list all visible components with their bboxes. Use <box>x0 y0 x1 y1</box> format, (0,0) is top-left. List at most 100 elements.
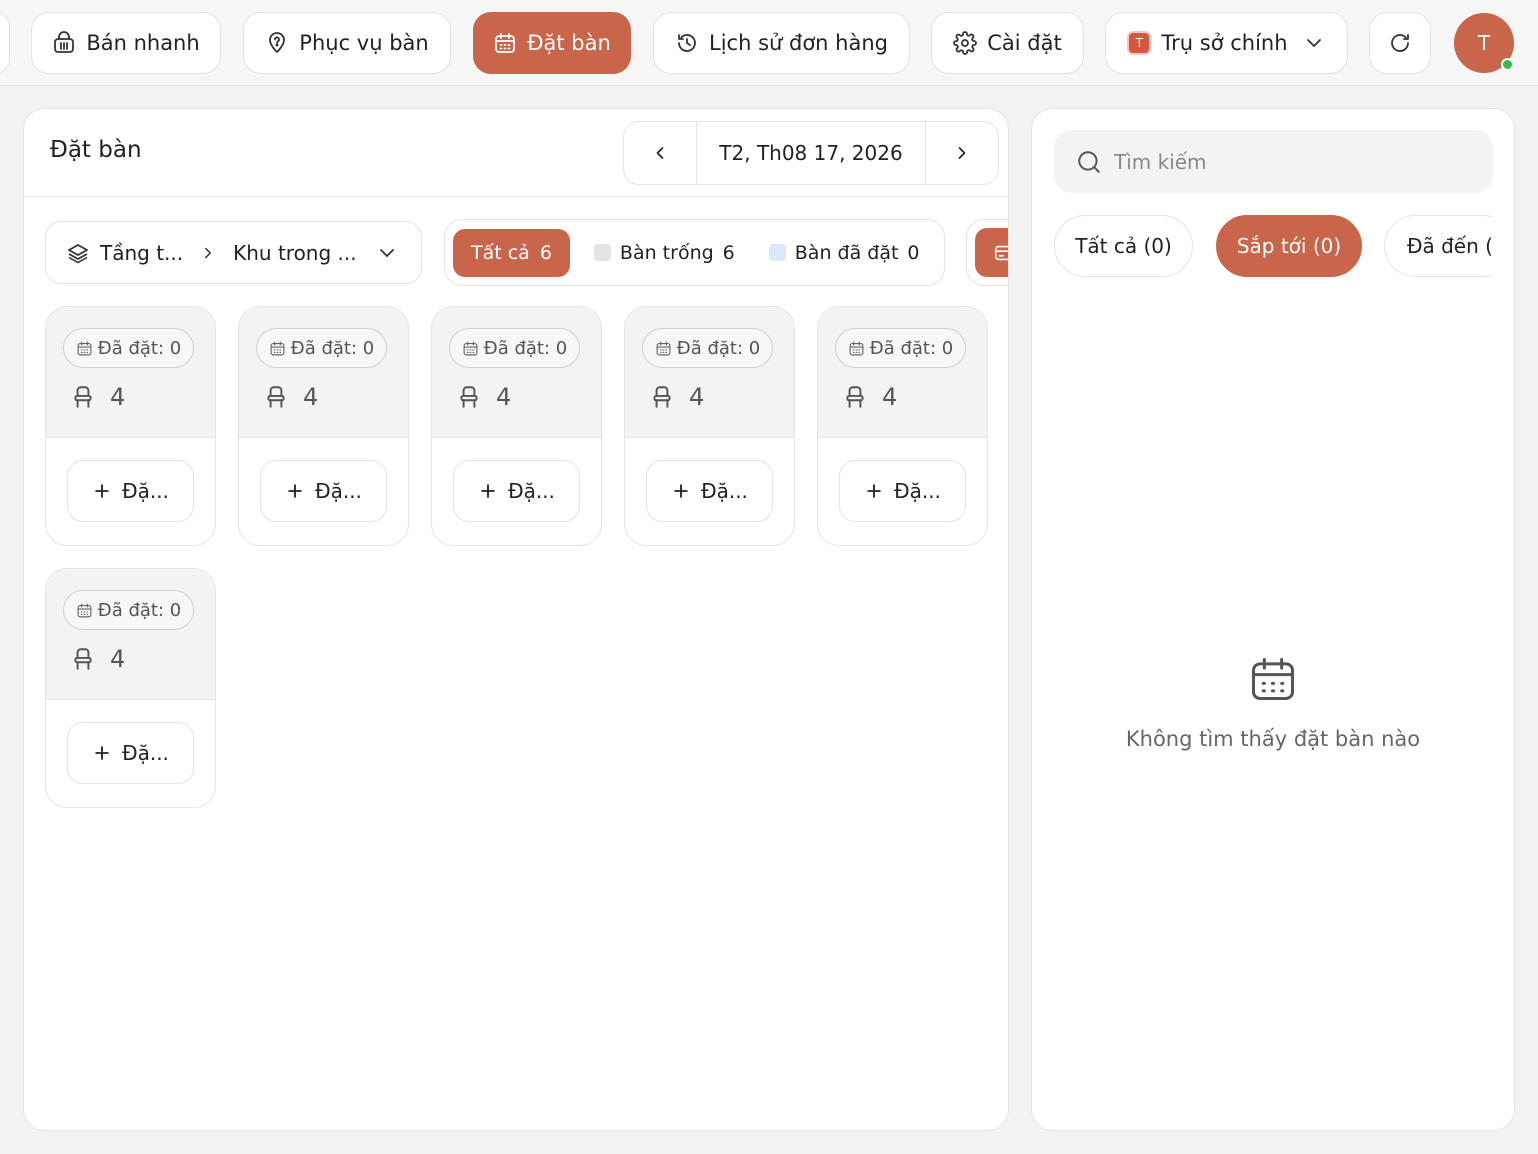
filter-all-chip[interactable]: Tất cả 6 <box>453 228 570 277</box>
filter-booked-chip[interactable]: Bàn đã đặt 0 <box>759 242 930 264</box>
seat-count: 4 <box>70 383 125 411</box>
nav-table-service-label: Phục vụ bàn <box>299 31 429 55</box>
breadcrumb-separator <box>193 244 223 262</box>
book-table-label: Đặ... <box>315 479 362 503</box>
user-avatar[interactable]: T <box>1454 13 1514 73</box>
seat-count: 4 <box>842 383 897 411</box>
refresh-icon <box>1391 34 1409 52</box>
previous-day-button[interactable] <box>624 122 696 184</box>
book-table-button[interactable]: Đặ... <box>260 460 387 522</box>
booked-count-label: Đã đặt: 0 <box>676 337 761 359</box>
nav-table-service-button[interactable]: Phục vụ bàn <box>243 12 451 74</box>
free-swatch <box>593 244 611 261</box>
calendar-icon <box>77 603 92 617</box>
branch-selector[interactable]: T Trụ sở chính <box>1105 12 1348 74</box>
book-table-label: Đặ... <box>508 479 555 503</box>
calendar-icon <box>656 341 671 355</box>
tab-upcoming[interactable]: Sắp tới (0) <box>1216 215 1362 277</box>
booked-count-label: Đã đặt: 0 <box>97 599 182 621</box>
filter-all-label: Tất cả <box>471 241 530 264</box>
booked-count-badge: Đã đặt: 0 <box>63 590 194 630</box>
filter-free-count: 6 <box>722 241 735 264</box>
seat-count-value: 4 <box>496 383 512 411</box>
filter-all-count: 6 <box>539 241 552 264</box>
nav-reservation-button[interactable]: Đặt bàn <box>473 12 631 74</box>
nav-reservation-label: Đặt bàn <box>527 31 611 55</box>
tab-arrived[interactable]: Đã đến (( <box>1384 215 1493 277</box>
chair-icon <box>653 386 671 408</box>
date-label[interactable]: T2, Th08 17, 2026 <box>696 122 926 184</box>
book-table-button[interactable]: Đặ... <box>839 460 966 522</box>
book-table-button[interactable]: Đặ... <box>453 460 580 522</box>
empty-state-message: Không tìm thấy đặt bàn nào <box>1125 727 1421 751</box>
table-card-header: Đã đặt: 0 4 <box>46 569 215 700</box>
table-card[interactable]: Đã đặt: 0 4 Đặ... <box>624 306 795 546</box>
seat-count-value: 4 <box>689 383 705 411</box>
layers-icon <box>68 243 88 263</box>
seat-count-value: 4 <box>110 645 126 673</box>
booked-count-label: Đã đặt: 0 <box>869 337 954 359</box>
table-card[interactable]: Đã đặt: 0 4 Đặ... <box>238 306 409 546</box>
table-card[interactable]: Đã đặt: 0 4 Đặ... <box>817 306 988 546</box>
table-card-header: Đã đặt: 0 4 <box>46 307 215 438</box>
book-table-label: Đặ... <box>122 479 169 503</box>
filter-free-label: Bàn trống <box>619 241 714 264</box>
seat-count-value: 4 <box>303 383 319 411</box>
next-day-button[interactable] <box>926 122 998 184</box>
reservation-panel: Đặt bàn T2, Th08 17, 2026 Tầng t... Khu … <box>23 108 1009 1131</box>
booked-count-badge: Đã đặt: 0 <box>642 328 773 368</box>
nav-quick-sale-button[interactable]: Bán nhanh <box>31 12 221 74</box>
search-box <box>1054 130 1493 193</box>
card-icon <box>994 245 1008 260</box>
nav-order-history-label: Lịch sử đơn hàng <box>709 31 888 55</box>
book-table-button[interactable]: Đặ... <box>67 722 194 784</box>
tab-all[interactable]: Tất cả (0) <box>1054 215 1193 277</box>
view-toggle-button[interactable]: T <box>966 219 1008 286</box>
filter-booked-label: Bàn đã đặt <box>794 241 899 264</box>
seat-count: 4 <box>456 383 511 411</box>
booked-swatch <box>768 244 786 261</box>
chair-icon <box>846 386 864 408</box>
seat-count: 4 <box>70 645 125 673</box>
nav-quick-sale-label: Bán nhanh <box>86 31 200 55</box>
search-input[interactable] <box>1114 149 1471 174</box>
plus-icon <box>481 484 495 498</box>
view-toggle-inner: T <box>975 228 1008 277</box>
seat-count: 4 <box>263 383 318 411</box>
chair-icon <box>74 648 92 670</box>
plus-icon <box>95 484 109 498</box>
plus-icon <box>867 484 881 498</box>
top-navigation-bar: Bán nhanh Phục vụ bàn Đặt bàn Lịch sử đơ… <box>0 0 1538 86</box>
avatar-initial: T <box>1477 31 1491 55</box>
gear-icon <box>953 31 978 55</box>
table-card-header: Đã đặt: 0 4 <box>239 307 408 438</box>
branch-badge: T <box>1127 31 1152 55</box>
nav-settings-button[interactable]: Cài đặt <box>931 12 1084 74</box>
table-status-filter: Tất cả 6 Bàn trống 6 Bàn đã đặt 0 <box>444 219 945 286</box>
table-card-header: Đã đặt: 0 4 <box>625 307 794 438</box>
booked-count-badge: Đã đặt: 0 <box>63 328 194 368</box>
calendar-icon <box>77 341 92 355</box>
history-icon <box>678 34 696 52</box>
filter-free-chip[interactable]: Bàn trống 6 <box>584 242 745 264</box>
floor-label: Tầng t... <box>100 240 184 265</box>
nav-overflow-button[interactable] <box>0 12 10 74</box>
chair-icon <box>460 386 478 408</box>
book-table-label: Đặ... <box>894 479 941 503</box>
map-pin-icon <box>269 32 286 53</box>
page-title: Đặt bàn <box>50 137 142 163</box>
seat-count-value: 4 <box>882 383 898 411</box>
book-table-button[interactable]: Đặ... <box>67 460 194 522</box>
book-table-button[interactable]: Đặ... <box>646 460 773 522</box>
calendar-icon <box>270 341 285 355</box>
table-card[interactable]: Đã đặt: 0 4 Đặ... <box>45 568 216 808</box>
table-card[interactable]: Đã đặt: 0 4 Đặ... <box>431 306 602 546</box>
book-table-label: Đặ... <box>701 479 748 503</box>
table-card[interactable]: Đã đặt: 0 4 Đặ... <box>45 306 216 546</box>
area-selector[interactable]: Tầng t... Khu trong ... <box>45 221 422 284</box>
booked-count-label: Đã đặt: 0 <box>483 337 568 359</box>
refresh-button[interactable] <box>1369 12 1431 74</box>
nav-order-history-button[interactable]: Lịch sử đơn hàng <box>653 12 910 74</box>
online-status-dot <box>1501 58 1514 71</box>
date-navigator: T2, Th08 17, 2026 <box>623 121 999 185</box>
